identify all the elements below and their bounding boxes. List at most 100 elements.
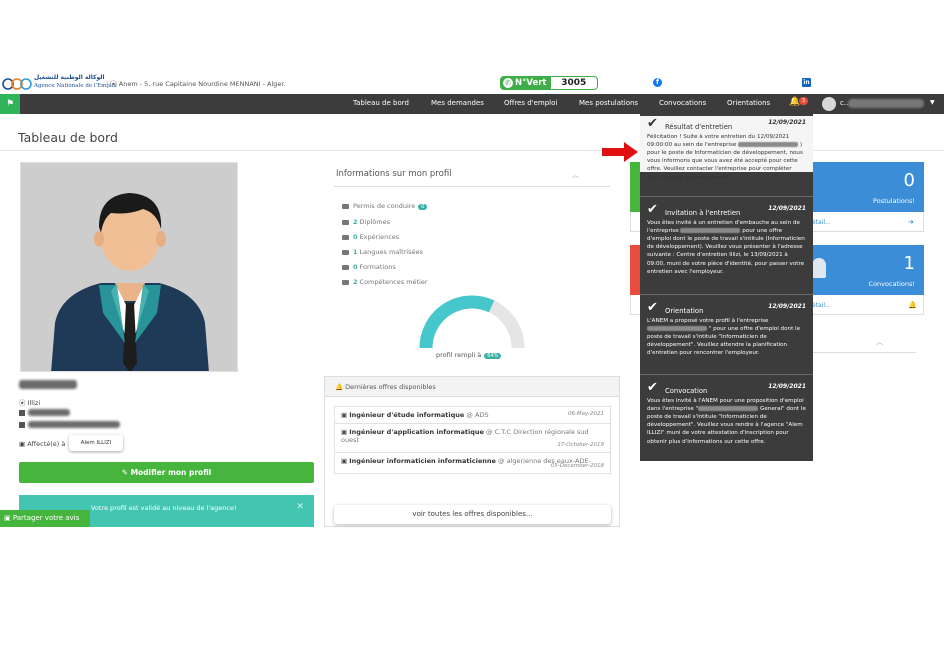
info-row-competences[interactable]: 2 Compétences métier bbox=[342, 278, 428, 286]
main-navbar: ⚑ Tableau de bord Mes demandes Offres d'… bbox=[0, 94, 944, 114]
notification-date: 12/09/2021 bbox=[768, 119, 806, 126]
notification-header: ✔ Convocation 12/09/2021 bbox=[647, 380, 806, 396]
info-row-permis[interactable]: Permis de conduire 0 bbox=[342, 202, 428, 210]
user-menu-caret-icon[interactable]: ▼ bbox=[930, 99, 935, 106]
info-count: 1 bbox=[353, 248, 358, 256]
nvert-label: ✆ N°Vert bbox=[501, 77, 551, 89]
map-pin-icon: ⦿ bbox=[110, 80, 119, 88]
profile-email bbox=[19, 421, 28, 429]
postulations-details-link[interactable]: étail... bbox=[812, 219, 831, 226]
anem-logo[interactable]: الوكالة الوطنية للتشغيل Agence Nationale… bbox=[2, 74, 117, 92]
info-divider bbox=[334, 186, 610, 187]
chevron-up-icon[interactable]: ︿ bbox=[876, 337, 883, 347]
nvert-label-text: N°Vert bbox=[515, 78, 547, 88]
nav-item-offres-emploi[interactable]: Offres d'emploi bbox=[504, 99, 557, 107]
info-row-formations[interactable]: 0 Formations bbox=[342, 263, 396, 271]
modify-profile-button[interactable]: ✎ Modifier mon profil bbox=[19, 462, 314, 483]
info-row-diplomes[interactable]: 2 Diplômes bbox=[342, 218, 390, 226]
validated-message: Votre profil est validé au niveau de l'a… bbox=[91, 504, 237, 512]
flag-icon[interactable]: ⚑ bbox=[0, 94, 20, 114]
profile-fill-gauge bbox=[419, 295, 525, 349]
toll-free-badge[interactable]: ✆ N°Vert 3005 bbox=[500, 76, 598, 90]
info-row-experiences[interactable]: 0 Expériences bbox=[342, 233, 399, 241]
company-redaction bbox=[680, 228, 741, 234]
briefcase-icon bbox=[342, 234, 349, 240]
assigned-label: Affecté(e) à bbox=[27, 440, 66, 448]
nav-item-orientations[interactable]: Orientations bbox=[727, 99, 770, 107]
nav-item-convocations[interactable]: Convocations bbox=[659, 99, 706, 107]
phone-icon: ✆ bbox=[503, 78, 513, 88]
profile-birthdate bbox=[19, 409, 28, 417]
user-avatar[interactable] bbox=[822, 97, 836, 111]
offer-item[interactable]: ▣ Ingénieur informaticien informaticienn… bbox=[335, 453, 610, 473]
convocations-label: Convocations! bbox=[868, 280, 915, 288]
red-arrow-annotation bbox=[602, 142, 638, 162]
birthdate-redaction bbox=[28, 409, 70, 416]
info-count: 0 bbox=[353, 263, 358, 271]
facebook-icon[interactable]: f bbox=[653, 78, 662, 87]
city-text: Illizi bbox=[27, 399, 41, 407]
share-feedback-button[interactable]: ▣ Partager votre avis bbox=[0, 510, 90, 527]
briefcase-icon: ▣ bbox=[341, 457, 350, 465]
notification-separator bbox=[640, 374, 813, 375]
profile-photo bbox=[20, 162, 238, 372]
map-pin-icon: ⦿ bbox=[19, 399, 28, 407]
nav-item-mes-demandes[interactable]: Mes demandes bbox=[431, 99, 484, 107]
notification-text: pour une offre d'emploi dont le poste de… bbox=[647, 228, 805, 275]
notification-body: Vous êtes invité à l'ANEM pour une propo… bbox=[647, 397, 806, 446]
page-title: Tableau de bord bbox=[18, 130, 118, 145]
nav-item-tableau-de-bord[interactable]: Tableau de bord bbox=[353, 99, 409, 107]
linkedin-icon[interactable]: in bbox=[802, 78, 811, 87]
address-line: | ⦿ Anem - 5, rue Capitaine Nourdine MENN… bbox=[106, 78, 286, 88]
bell-icon: 🔔 bbox=[335, 383, 346, 391]
chevron-up-icon[interactable]: ︿ bbox=[572, 170, 579, 180]
notification-item-invitation[interactable]: ✔ Invitation à l'entretien 12/09/2021 Vo… bbox=[640, 202, 813, 292]
company-redaction bbox=[647, 326, 707, 332]
info-count: 2 bbox=[353, 218, 358, 226]
anem-logo-mark bbox=[2, 78, 32, 90]
offers-title: Dernières offres disponibles bbox=[345, 383, 436, 391]
logo-french-text: Agence Nationale de l'Emploi bbox=[34, 83, 117, 89]
graduation-cap-icon bbox=[342, 219, 349, 225]
offer-item[interactable]: 06-May-2021 ▣ Ingénieur d'étude informati… bbox=[335, 407, 610, 424]
latest-offers-panel: 🔔 Dernières offres disponibles 06-May-20… bbox=[324, 376, 620, 527]
checkmark-icon: ✔ bbox=[647, 202, 658, 217]
notification-item-resultat[interactable]: ✔ Résultat d'entretien 12/09/2021 Félici… bbox=[640, 116, 813, 181]
skills-icon bbox=[342, 279, 349, 285]
info-count: 0 bbox=[353, 233, 358, 241]
notification-header: ✔ Orientation 12/09/2021 bbox=[647, 300, 806, 316]
notification-item-orientation[interactable]: ✔ Orientation 12/09/2021 L'ANEM a propos… bbox=[640, 300, 813, 372]
notification-type: Convocation bbox=[665, 387, 708, 395]
notification-count-badge: 3 bbox=[799, 97, 808, 105]
convocations-details-link[interactable]: étail... bbox=[812, 302, 831, 309]
offer-title: Ingénieur d'étude informatique bbox=[349, 411, 465, 419]
language-icon bbox=[342, 249, 349, 255]
nvert-number: 3005 bbox=[561, 78, 587, 88]
offer-item[interactable]: ▣ Ingénieur d'application informatique @… bbox=[335, 424, 610, 453]
notification-type: Invitation à l'entretien bbox=[665, 209, 741, 217]
convocations-card[interactable]: 1 Convocations! bbox=[812, 245, 924, 295]
checkmark-icon: ✔ bbox=[647, 300, 658, 315]
postulations-card[interactable]: 0 Postulations! bbox=[812, 162, 924, 212]
offer-date: 06-May-2021 bbox=[567, 411, 604, 417]
book-icon bbox=[342, 264, 349, 270]
notifications-dropdown: ✔ Résultat d'entretien 12/09/2021 Félici… bbox=[640, 114, 813, 461]
info-row-langues[interactable]: 1 Langues maîtrisées bbox=[342, 248, 423, 256]
share-feedback-label: Partager votre avis bbox=[12, 514, 80, 522]
see-all-offers-button[interactable]: voir toutes les offres disponibles... bbox=[334, 505, 611, 524]
user-email-redaction bbox=[848, 99, 924, 108]
profile-city: ⦿ Illizi bbox=[19, 397, 40, 407]
arrow-circle-right-icon[interactable]: ➔ bbox=[908, 218, 914, 226]
email-redaction bbox=[28, 421, 120, 428]
briefcase-icon: ▣ bbox=[341, 428, 350, 436]
info-label: Formations bbox=[359, 263, 396, 271]
notification-item-convocation[interactable]: ✔ Convocation 12/09/2021 Vous êtes invit… bbox=[640, 380, 813, 460]
bell-icon[interactable]: 🔔 bbox=[908, 301, 917, 309]
offers-header: 🔔 Dernières offres disponibles bbox=[325, 377, 619, 397]
info-pill: 0 bbox=[418, 204, 428, 210]
nav-item-mes-postulations[interactable]: Mes postulations bbox=[579, 99, 638, 107]
close-icon[interactable]: ✕ bbox=[296, 502, 304, 512]
info-label: Langues maîtrisées bbox=[359, 248, 423, 256]
info-label: Diplômes bbox=[359, 218, 390, 226]
notification-body: L'ANEM a proposé votre profil à l'entrep… bbox=[647, 317, 806, 358]
